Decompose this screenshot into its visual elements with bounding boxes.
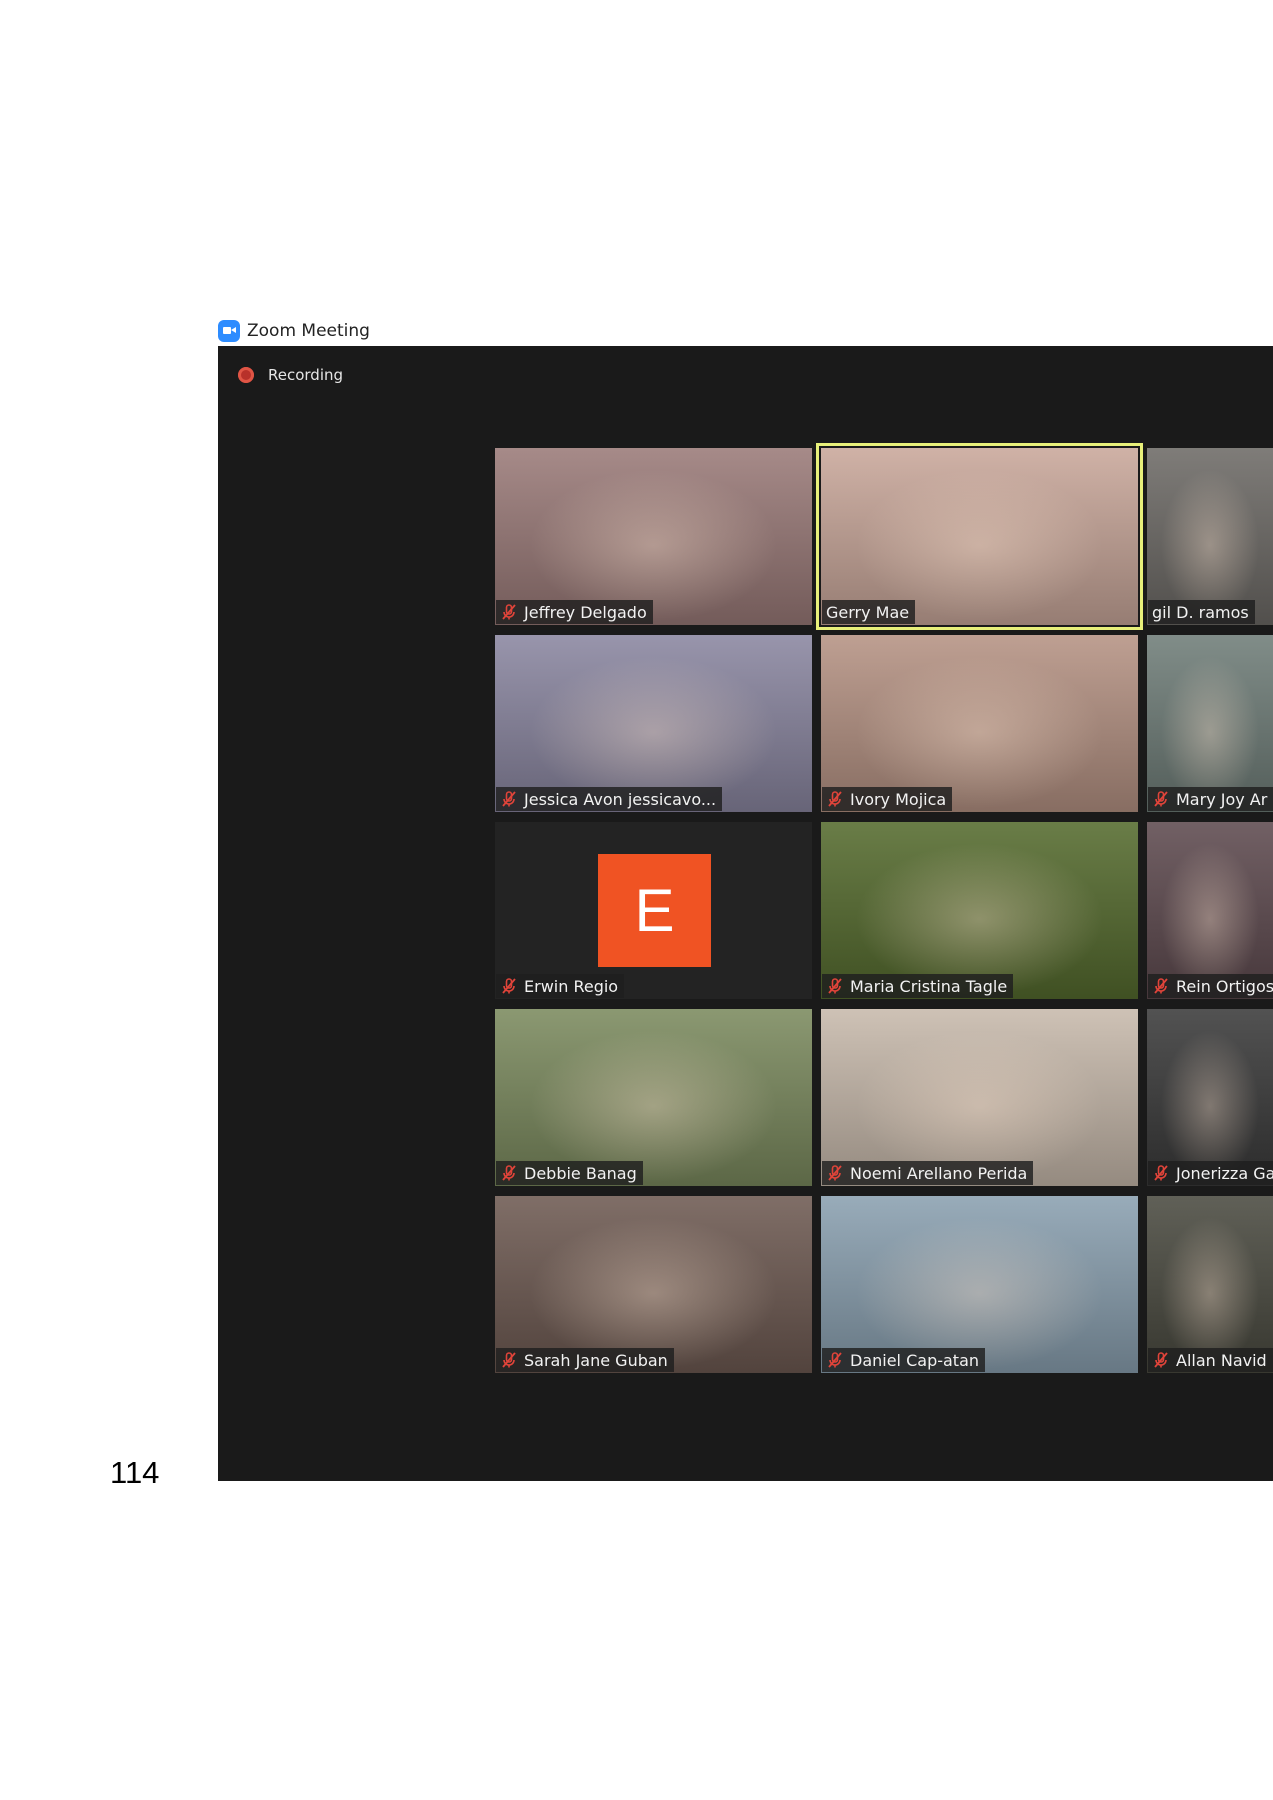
participant-name-tag: Maria Cristina Tagle — [822, 974, 1014, 998]
video-feed — [821, 1009, 1138, 1186]
participant-name-tag: Ivory Mojica — [822, 787, 953, 811]
participant-name-tag: Rein Ortigos — [1148, 974, 1273, 998]
participant-tile[interactable]: Mary Joy Ar — [1147, 635, 1273, 812]
participant-tile[interactable]: Allan Navid — [1147, 1196, 1273, 1373]
participant-name: Maria Cristina Tagle — [850, 976, 1008, 996]
participant-tile[interactable]: Jessica Avon jessicavo... — [495, 635, 812, 812]
participant-name: Jessica Avon jessicavo... — [524, 789, 717, 809]
video-feed — [495, 635, 812, 812]
participant-name-tag: Daniel Cap-atan — [822, 1348, 986, 1372]
video-feed — [495, 1196, 812, 1373]
participant-name: Debbie Banag — [524, 1163, 637, 1183]
recording-label: Recording — [268, 366, 344, 384]
page-number: 114 — [110, 1455, 160, 1490]
video-feed — [821, 448, 1138, 625]
participant-name: Ivory Mojica — [850, 789, 947, 809]
participant-tile[interactable]: Jonerizza Ga — [1147, 1009, 1273, 1186]
video-feed — [821, 822, 1138, 999]
microphone-muted-icon — [826, 977, 844, 995]
microphone-muted-icon — [1152, 1164, 1170, 1182]
microphone-muted-icon — [500, 977, 518, 995]
video-feed — [495, 1009, 812, 1186]
participant-name: Jonerizza Ga — [1176, 1163, 1273, 1183]
participant-tile[interactable]: Daniel Cap-atan — [821, 1196, 1138, 1373]
recording-dot-icon — [238, 367, 254, 383]
microphone-muted-icon — [500, 1164, 518, 1182]
participant-name: Daniel Cap-atan — [850, 1350, 980, 1370]
microphone-muted-icon — [1152, 1351, 1170, 1369]
participant-tile[interactable]: Maria Cristina Tagle — [821, 822, 1138, 999]
participant-tile[interactable]: Sarah Jane Guban — [495, 1196, 812, 1373]
microphone-muted-icon — [826, 790, 844, 808]
video-feed — [1147, 635, 1273, 812]
video-feed — [1147, 1009, 1273, 1186]
video-feed — [1147, 822, 1273, 999]
participant-name: Erwin Regio — [524, 976, 619, 996]
participant-name-tag: Mary Joy Ar — [1148, 787, 1273, 811]
participant-name-tag: Jeffrey Delgado — [496, 600, 653, 624]
participant-name-tag: gil D. ramos — [1148, 600, 1255, 624]
video-feed — [821, 635, 1138, 812]
video-feed — [1147, 1196, 1273, 1373]
participant-name-tag: Allan Navid — [1148, 1348, 1273, 1372]
window-titlebar: Zoom Meeting — [218, 316, 1273, 346]
participant-tile[interactable]: Gerry Mae — [816, 443, 1143, 630]
microphone-muted-icon — [500, 1351, 518, 1369]
participant-tile[interactable]: E Erwin Regio — [495, 822, 812, 999]
participant-tile[interactable]: Noemi Arellano Perida — [821, 1009, 1138, 1186]
microphone-muted-icon — [826, 1164, 844, 1182]
participant-tile[interactable]: Ivory Mojica — [821, 635, 1138, 812]
video-feed — [821, 1196, 1138, 1373]
participant-name-tag: Noemi Arellano Perida — [822, 1161, 1034, 1185]
window-title: Zoom Meeting — [247, 321, 370, 341]
zoom-video-icon — [218, 320, 240, 342]
microphone-muted-icon — [1152, 977, 1170, 995]
participant-tile[interactable]: gil D. ramos — [1147, 448, 1273, 625]
participant-name: Jeffrey Delgado — [524, 602, 647, 622]
video-feed — [1147, 448, 1273, 625]
participant-name-tag: Jonerizza Ga — [1148, 1161, 1273, 1185]
meeting-window: Recording Jeffrey Delgado Gerry Mae gil D.… — [218, 346, 1273, 1481]
recording-indicator[interactable]: Recording — [238, 366, 343, 384]
participant-name: Noemi Arellano Perida — [850, 1163, 1028, 1183]
participant-name: Gerry Mae — [826, 602, 910, 622]
participant-name: Mary Joy Ar — [1176, 789, 1268, 809]
participant-name-tag: Sarah Jane Guban — [496, 1348, 674, 1372]
microphone-muted-icon — [500, 790, 518, 808]
participant-tile[interactable]: Rein Ortigos — [1147, 822, 1273, 999]
participant-name: Sarah Jane Guban — [524, 1350, 668, 1370]
participant-name-tag: Jessica Avon jessicavo... — [496, 787, 723, 811]
participant-name-tag: Erwin Regio — [496, 974, 625, 998]
microphone-muted-icon — [500, 603, 518, 621]
microphone-muted-icon — [826, 1351, 844, 1369]
participant-name: Allan Navid — [1176, 1350, 1267, 1370]
participant-name-tag: Debbie Banag — [496, 1161, 643, 1185]
microphone-muted-icon — [1152, 790, 1170, 808]
participant-name: gil D. ramos — [1152, 602, 1249, 622]
participant-tile[interactable]: Jeffrey Delgado — [495, 448, 812, 625]
participant-tile[interactable]: Debbie Banag — [495, 1009, 812, 1186]
video-feed — [495, 448, 812, 625]
participant-name-tag: Gerry Mae — [822, 600, 916, 624]
avatar: E — [598, 854, 711, 967]
participant-name: Rein Ortigos — [1176, 976, 1273, 996]
